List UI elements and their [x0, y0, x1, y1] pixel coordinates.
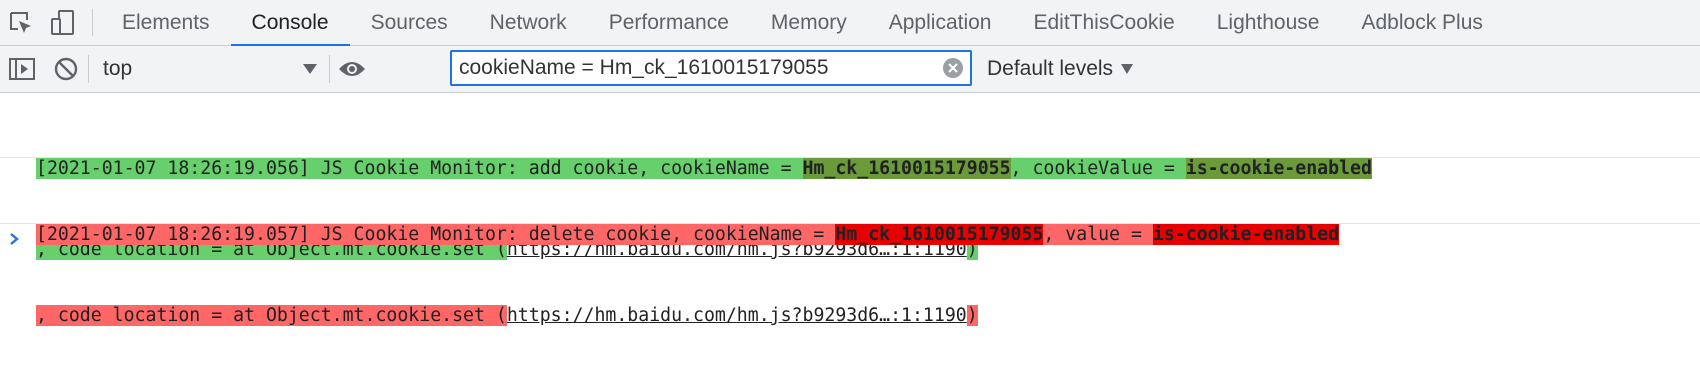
clear-icon: [943, 58, 963, 78]
tab-memory[interactable]: Memory: [750, 0, 868, 45]
console-messages: [2021-01-07 18:26:19.056] JS Cookie Moni…: [0, 93, 1700, 326]
toolbar-divider: [92, 9, 93, 36]
filter-input[interactable]: [452, 53, 929, 83]
tab-console[interactable]: Console: [230, 0, 350, 46]
tab-performance[interactable]: Performance: [588, 0, 750, 45]
log-levels-dropdown[interactable]: Default levels: [987, 46, 1134, 92]
inspect-element-icon[interactable]: [0, 0, 42, 45]
tab-lighthouse[interactable]: Lighthouse: [1196, 0, 1341, 45]
cookie-value-highlight: is-cookie-enabled: [1152, 224, 1340, 245]
message-text: [2021-01-07 18:26:19.057] JS Cookie Moni…: [36, 224, 836, 245]
code-location-text: , code location = at Object.mt.cookie.se…: [36, 305, 507, 326]
tab-label: Performance: [608, 10, 729, 34]
console-filter: [450, 50, 972, 86]
clear-console-button[interactable]: [44, 46, 88, 92]
tab-label: Sources: [370, 10, 448, 34]
tab-sources[interactable]: Sources: [350, 0, 469, 45]
tab-label: Memory: [770, 10, 847, 34]
device-toolbar-icon[interactable]: [42, 0, 84, 45]
tab-label: Elements: [122, 10, 210, 34]
tab-elements[interactable]: Elements: [101, 0, 231, 45]
tab-application[interactable]: Application: [868, 0, 1013, 45]
source-link[interactable]: https://hm.baidu.com/hm.js?b9293d6…:1:11…: [506, 305, 967, 326]
context-selector-value: top: [103, 57, 133, 80]
tab-label: Console: [251, 10, 329, 34]
console-toolbar: top Default levels: [0, 46, 1700, 93]
cookie-name-highlight: Hm_ck_1610015179055: [835, 224, 1044, 245]
clear-filter-button[interactable]: [942, 57, 964, 84]
dropdown-arrow-icon: [303, 64, 317, 74]
console-message: [2021-01-07 18:26:19.056] JS Cookie Moni…: [0, 93, 1700, 260]
tab-label: Adblock Plus: [1361, 10, 1483, 34]
live-expression-button[interactable]: [330, 46, 374, 92]
code-location-suffix: ): [966, 305, 978, 326]
tab-label: Network: [489, 10, 567, 34]
eye-icon: [339, 62, 365, 76]
tab-network[interactable]: Network: [469, 0, 588, 45]
clear-console-icon: [54, 57, 78, 81]
tab-label: EditThisCookie: [1033, 10, 1175, 34]
tab-editthiscookie[interactable]: EditThisCookie: [1012, 0, 1195, 45]
message-text: , value =: [1043, 224, 1153, 245]
tab-adblock-plus[interactable]: Adblock Plus: [1340, 0, 1503, 45]
context-selector[interactable]: top: [89, 46, 329, 92]
tab-label: Application: [888, 10, 992, 34]
show-sidebar-button[interactable]: [0, 46, 44, 92]
message-line: , code location = at Object.mt.cookie.se…: [36, 302, 1700, 329]
console-message: [2021-01-07 18:26:19.057] JS Cookie Moni…: [0, 158, 1700, 326]
tab-label: Lighthouse: [1216, 10, 1320, 34]
sidebar-toggle-icon: [9, 58, 35, 80]
log-levels-label: Default levels: [987, 57, 1114, 80]
message-line: [2021-01-07 18:26:19.057] JS Cookie Moni…: [36, 221, 1700, 248]
prompt-chevron-icon: [10, 233, 19, 245]
devtools-tab-bar: Elements Console Sources Network Perform…: [0, 0, 1700, 46]
dropdown-arrow-icon: [1121, 64, 1134, 74]
